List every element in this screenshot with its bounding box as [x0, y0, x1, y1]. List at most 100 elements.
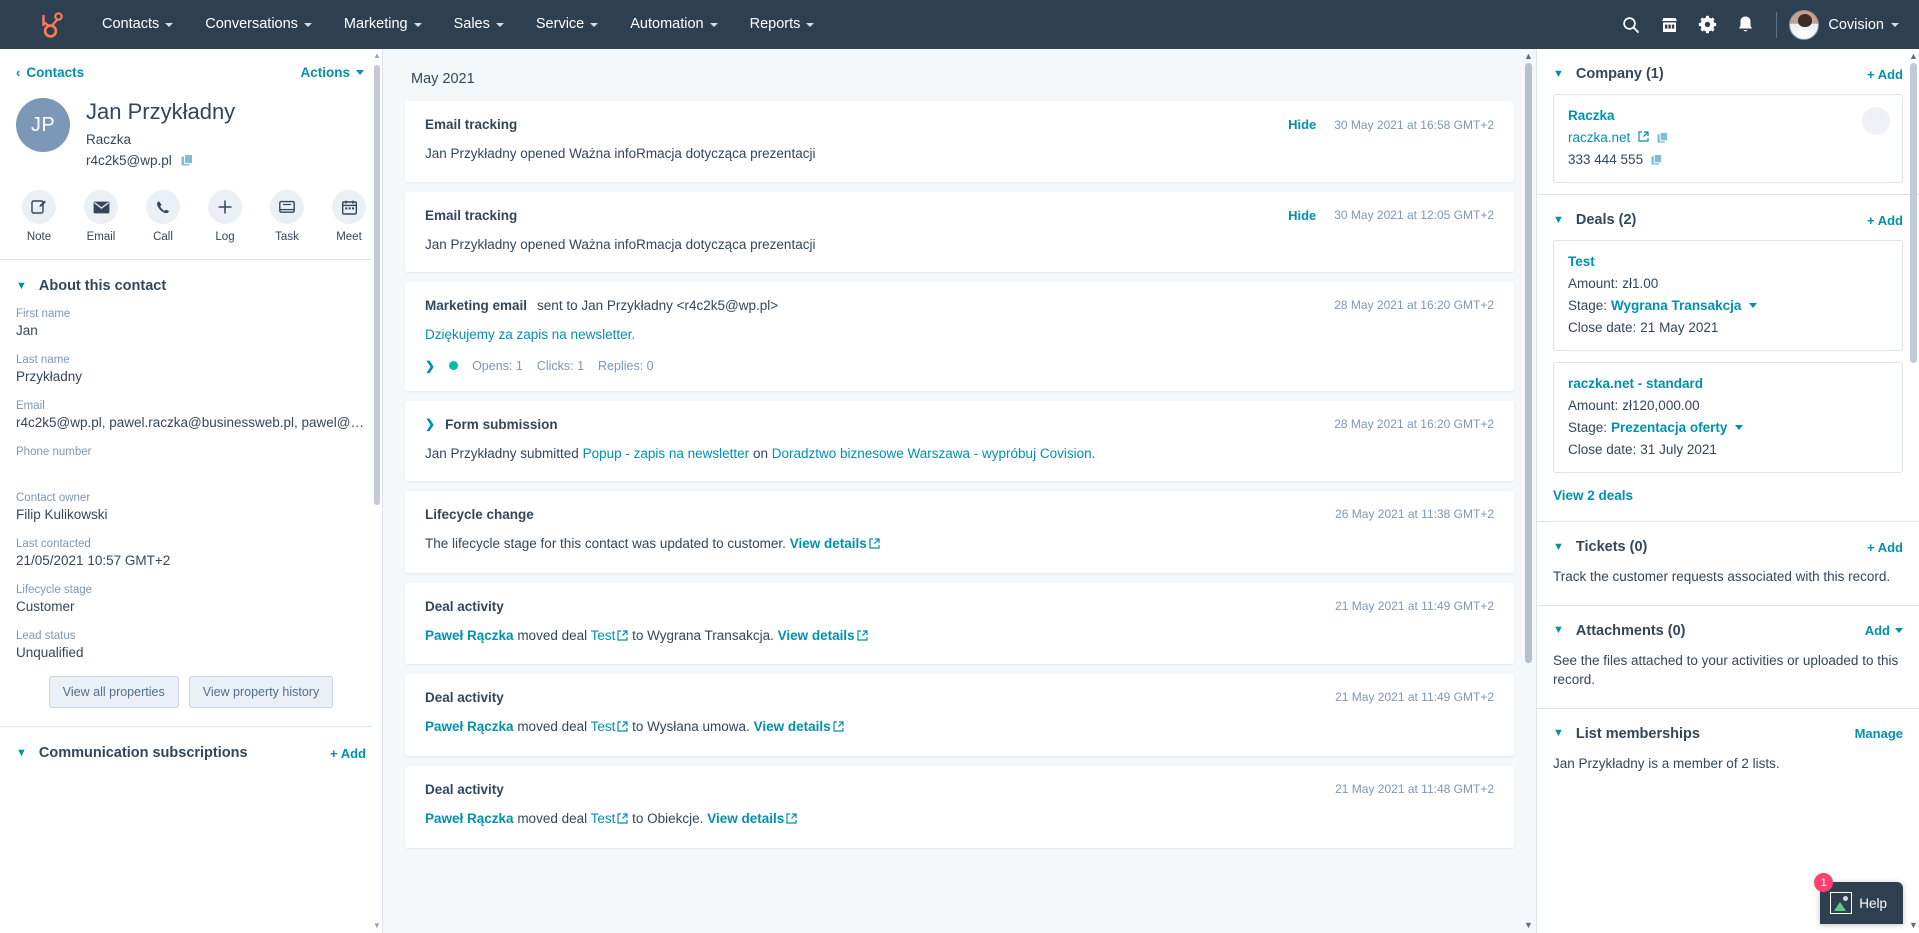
nav-item-sales[interactable]: Sales [438, 0, 520, 49]
deal-stage-value[interactable]: Wygrana Transakcja [1611, 298, 1741, 313]
add-ticket-link[interactable]: + Add [1867, 540, 1903, 555]
property-value[interactable]: Customer [16, 599, 366, 615]
copy-icon[interactable] [1657, 131, 1669, 144]
property-value[interactable] [16, 461, 366, 477]
chevron-right-icon[interactable]: ❯ [425, 417, 435, 431]
help-widget-button[interactable]: 1 Help [1814, 873, 1903, 924]
property-value[interactable]: Jan [16, 323, 366, 339]
quick-action-call[interactable]: Call [140, 190, 186, 243]
company-card[interactable]: Raczka raczka.net 333 444 555 [1553, 94, 1903, 183]
external-link-icon[interactable] [1638, 130, 1649, 145]
email-subject-link[interactable]: Dziękujemy za zapis na newsletter. [425, 327, 635, 342]
property-value[interactable]: 21/05/2021 10:57 GMT+2 [16, 553, 366, 569]
quick-action-meet[interactable]: Meet [326, 190, 372, 243]
view-details-link[interactable]: View details [790, 536, 867, 551]
timeline-event-email-tracking[interactable]: Email tracking Hide 30 May 2021 at 12:05… [405, 191, 1514, 273]
event-meta: 28 May 2021 at 16:20 GMT+2 [1334, 417, 1494, 431]
nav-item-marketing[interactable]: Marketing [328, 0, 438, 49]
deal-link[interactable]: Test [591, 811, 616, 826]
scroll-up-icon[interactable]: ▲ [1909, 51, 1918, 62]
view-details-link[interactable]: View details [707, 811, 784, 826]
deal-stage-value[interactable]: Prezentacja oferty [1611, 420, 1727, 435]
page-link[interactable]: Doradztwo biznesowe Warszawa - wypróbuj … [772, 446, 1092, 461]
deal-card[interactable]: Test Amount: zł1.00 Stage: Wygrana Trans… [1553, 240, 1903, 351]
scroll-down-icon[interactable]: ▼ [1909, 920, 1918, 931]
communication-subscriptions-header[interactable]: ▼ Communication subscriptions + Add [0, 727, 382, 775]
chevron-down-icon[interactable] [1735, 425, 1744, 430]
gear-icon[interactable] [1688, 0, 1726, 49]
property-value[interactable]: Przykładny [16, 369, 366, 385]
back-to-contacts-link[interactable]: ‹ Contacts [16, 65, 84, 80]
chevron-down-icon[interactable] [1749, 303, 1758, 308]
bell-icon[interactable] [1726, 0, 1764, 49]
actor-link[interactable]: Paweł Rączka [425, 811, 514, 826]
timeline-event-deal-activity[interactable]: Deal activity 21 May 2021 at 11:49 GMT+2… [405, 582, 1514, 665]
chevron-right-icon[interactable]: ❯ [425, 359, 435, 373]
view-all-deals-link[interactable]: View 2 deals [1553, 484, 1903, 521]
left-scrollbar[interactable]: ▲ ▼ [372, 49, 382, 933]
right-scrollbar[interactable]: ▲ ▼ [1908, 49, 1919, 933]
scrollbar-thumb[interactable] [1910, 63, 1917, 363]
timeline-event-deal-activity[interactable]: Deal activity 21 May 2021 at 11:48 GMT+2… [405, 765, 1514, 848]
quick-action-task[interactable]: Task [264, 190, 310, 243]
copy-icon[interactable] [181, 154, 194, 167]
view-property-history-button[interactable]: View property history [188, 676, 334, 709]
scroll-up-icon[interactable]: ▲ [373, 51, 381, 61]
deal-link[interactable]: Test [591, 719, 616, 734]
add-company-link[interactable]: + Add [1867, 67, 1903, 82]
scroll-down-icon[interactable]: ▼ [373, 921, 381, 931]
tickets-section-header[interactable]: ▼ Tickets (0) + Add [1553, 522, 1903, 567]
add-attachment-dropdown[interactable]: Add [1865, 623, 1903, 638]
scroll-down-icon[interactable]: ▼ [1524, 920, 1533, 931]
property-value[interactable]: Filip Kulikowski [16, 507, 366, 523]
actor-link[interactable]: Paweł Rączka [425, 719, 514, 734]
hubspot-sprocket-logo-icon[interactable] [34, 8, 68, 42]
company-section-header[interactable]: ▼ Company (1) + Add [1553, 49, 1903, 94]
view-details-link[interactable]: View details [778, 628, 855, 643]
copy-icon[interactable] [1651, 153, 1663, 166]
nav-item-conversations[interactable]: Conversations [189, 0, 328, 49]
timeline-event-email-tracking[interactable]: Email tracking Hide 30 May 2021 at 16:58… [405, 101, 1514, 182]
actions-dropdown[interactable]: Actions [300, 65, 364, 80]
hide-link[interactable]: Hide [1288, 208, 1316, 223]
deal-name-link[interactable]: raczka.net - standard [1568, 376, 1888, 391]
about-this-contact-header[interactable]: ▼ About this contact [0, 260, 382, 308]
actor-link[interactable]: Paweł Rączka [425, 628, 514, 643]
deal-card[interactable]: raczka.net - standard Amount: zł120,000.… [1553, 362, 1903, 473]
add-deal-link[interactable]: + Add [1867, 213, 1903, 228]
nav-item-automation[interactable]: Automation [614, 0, 733, 49]
nav-item-reports[interactable]: Reports [734, 0, 831, 49]
search-icon[interactable] [1612, 0, 1650, 49]
quick-action-note[interactable]: Note [16, 190, 62, 243]
nav-item-contacts[interactable]: Contacts [86, 0, 189, 49]
scroll-up-icon[interactable]: ▲ [1524, 51, 1533, 62]
deal-name-link[interactable]: Test [1568, 254, 1888, 269]
attachments-section-header[interactable]: ▼ Attachments (0) Add [1553, 606, 1903, 651]
scrollbar-thumb[interactable] [1525, 63, 1532, 663]
quick-action-log[interactable]: Log [202, 190, 248, 243]
property-value[interactable]: Unqualified [16, 645, 366, 661]
timeline-event-marketing-email[interactable]: Marketing email sent to Jan Przykładny <… [405, 282, 1514, 391]
timeline-scrollbar[interactable]: ▲ ▼ [1523, 49, 1534, 933]
quick-action-email[interactable]: Email [78, 190, 124, 243]
form-link[interactable]: Popup - zapis na newsletter [583, 446, 750, 461]
avatar[interactable] [1789, 9, 1820, 40]
add-subscription-link[interactable]: + Add [330, 746, 366, 761]
view-details-link[interactable]: View details [754, 719, 831, 734]
deals-section-header[interactable]: ▼ Deals (2) + Add [1553, 195, 1903, 240]
company-domain-link[interactable]: raczka.net [1568, 130, 1630, 145]
marketplace-icon[interactable] [1650, 0, 1688, 49]
list-memberships-header[interactable]: ▼ List memberships Manage [1553, 709, 1903, 754]
timeline-event-deal-activity[interactable]: Deal activity 21 May 2021 at 11:49 GMT+2… [405, 674, 1514, 756]
hide-link[interactable]: Hide [1288, 117, 1316, 132]
account-menu[interactable]: Covision [1828, 17, 1899, 33]
deal-link[interactable]: Test [591, 628, 616, 643]
timeline-event-form-submission[interactable]: ❯ Form submission 28 May 2021 at 16:20 G… [405, 400, 1514, 482]
timeline-event-lifecycle-change[interactable]: Lifecycle change 26 May 2021 at 11:38 GM… [405, 491, 1514, 573]
scrollbar-thumb[interactable] [374, 65, 380, 505]
nav-item-service[interactable]: Service [520, 0, 614, 49]
manage-lists-link[interactable]: Manage [1855, 726, 1903, 741]
company-name-link[interactable]: Raczka [1568, 108, 1888, 123]
view-all-properties-button[interactable]: View all properties [48, 676, 179, 709]
property-value[interactable]: r4c2k5@wp.pl, pawel.raczka@businessweb.p… [16, 415, 366, 431]
